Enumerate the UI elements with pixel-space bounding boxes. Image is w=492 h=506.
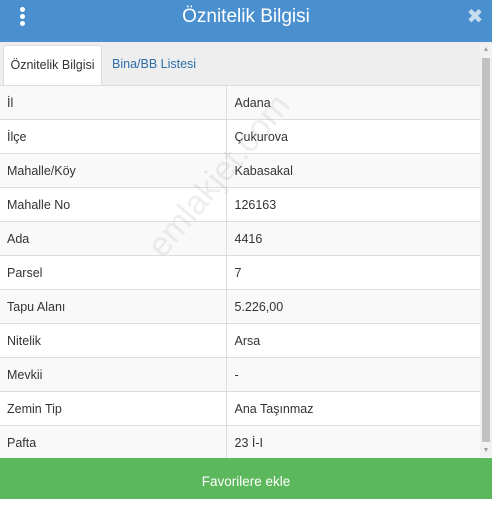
attribute-key: İlçe — [0, 119, 227, 154]
attribute-value: Kabasakal — [226, 153, 480, 188]
page-title: Öznitelik Bilgisi — [182, 6, 310, 27]
table-row: Ada 4416 — [0, 221, 480, 256]
table-row: Parsel 7 — [0, 255, 480, 290]
table-row: Pafta 23 İ-I — [0, 425, 480, 458]
table-row: Mahalle No 126163 — [0, 187, 480, 222]
tab-oznitelik-bilgisi[interactable]: Öznitelik Bilgisi — [3, 45, 102, 85]
vertical-scrollbar[interactable]: ▲ ▼ — [480, 44, 492, 457]
attribute-key: Mahalle/Köy — [0, 153, 227, 188]
tab-bar: Öznitelik Bilgisi Bina/BB Listesi — [0, 42, 492, 85]
attribute-value: 126163 — [226, 187, 480, 222]
table-row: İlçe Çukurova — [0, 119, 480, 154]
attribute-key: İl — [0, 85, 227, 120]
attribute-value: Çukurova — [226, 119, 480, 154]
attribute-value: Arsa — [226, 323, 480, 358]
attribute-key: Pafta — [0, 425, 227, 458]
attribute-key: Tapu Alanı — [0, 289, 227, 324]
attribute-key: Ada — [0, 221, 227, 256]
attribute-table-container: İl Adana İlçe Çukurova Mahalle/Köy Kabasaka… — [0, 85, 480, 458]
table-row: Tapu Alanı 5.226,00 — [0, 289, 480, 324]
attribute-key: Nitelik — [0, 323, 227, 358]
attribute-table: İl Adana İlçe Çukurova Mahalle/Köy Kabasaka… — [0, 85, 480, 458]
add-to-favorites-button[interactable]: Favorilere ekle — [0, 458, 492, 499]
attribute-value: 4416 — [226, 221, 480, 256]
attribute-key: Mahalle No — [0, 187, 227, 222]
attribute-value: 7 — [226, 255, 480, 290]
table-row: İl Adana — [0, 85, 480, 120]
attribute-value: 23 İ-I — [226, 425, 480, 458]
scroll-down-arrow-icon[interactable]: ▼ — [480, 445, 492, 457]
table-row: Mevkii - — [0, 357, 480, 392]
attribute-value: Ana Taşınmaz — [226, 391, 480, 426]
tab-bina-bb-listesi[interactable]: Bina/BB Listesi — [112, 45, 196, 85]
table-row: Nitelik Arsa — [0, 323, 480, 358]
close-icon[interactable]: ✖ — [466, 7, 484, 28]
scroll-up-arrow-icon[interactable]: ▲ — [480, 44, 492, 56]
attribute-key: Mevkii — [0, 357, 227, 392]
attribute-value: 5.226,00 — [226, 289, 480, 324]
attribute-key: Zemin Tip — [0, 391, 227, 426]
table-row: Zemin Tip Ana Taşınmaz — [0, 391, 480, 426]
attribute-value: Adana — [226, 85, 480, 120]
scrollbar-thumb[interactable] — [482, 58, 490, 442]
table-row: Mahalle/Köy Kabasakal — [0, 153, 480, 188]
header-bar: Öznitelik Bilgisi ✖ — [0, 0, 492, 42]
attribute-value: - — [226, 357, 480, 392]
attribute-key: Parsel — [0, 255, 227, 290]
